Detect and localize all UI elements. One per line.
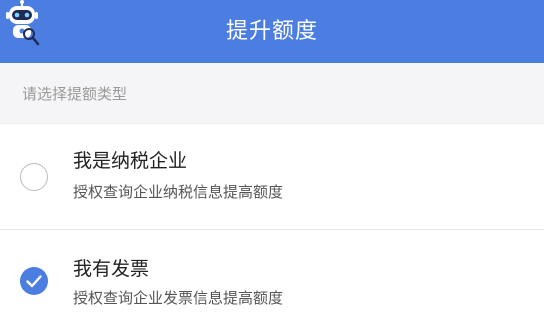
page-title: 提升额度 [225, 19, 318, 44]
option-description: 授权查询企业纳税信息提高额度 [73, 183, 284, 201]
raise-limit-page: 提升额度 请选择提额类型 我是纳税企业 授权查询企业纳税信息提高额度 我有发票 … [0, 0, 544, 333]
option-tax-enterprise[interactable]: 我是纳税企业 授权查询企业纳税信息提高额度 [0, 125, 544, 229]
option-invoice[interactable]: 我有发票 授权查询企业发票信息提高额度 [0, 230, 544, 333]
option-description: 授权查询企业发票信息提高额度 [73, 289, 284, 307]
section-header: 请选择提额类型 [0, 63, 544, 125]
section-label-text: 请选择提额类型 [22, 85, 128, 103]
option-title: 我有发票 [73, 258, 150, 280]
app-header: 提升额度 [0, 0, 544, 63]
option-title: 我是纳税企业 [73, 150, 188, 172]
radio-checked-icon[interactable] [20, 267, 48, 295]
radio-unchecked-icon[interactable] [20, 163, 48, 191]
